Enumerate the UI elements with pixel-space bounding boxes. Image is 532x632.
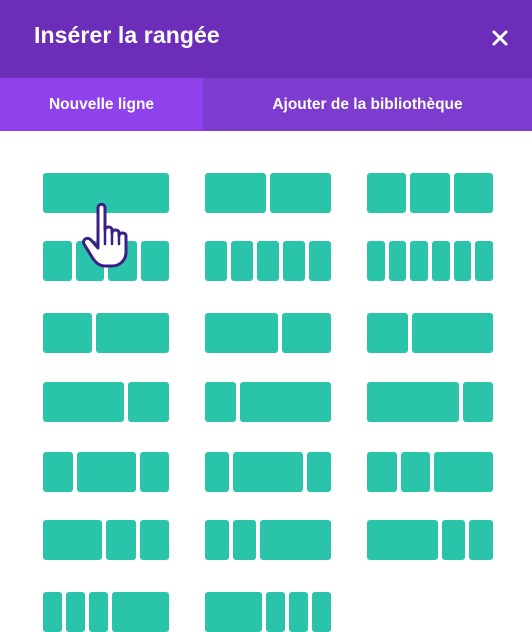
row-layout-1_6,1_6,1_6,1_2[interactable]: [43, 592, 169, 632]
layout-column: [205, 382, 236, 422]
layout-column: [475, 241, 494, 281]
layout-column: [205, 173, 266, 213]
row-layout-1[interactable]: [43, 173, 169, 213]
layout-column: [270, 173, 331, 213]
modal-title: Insérer la rangée: [34, 22, 220, 48]
layout-column: [205, 452, 229, 492]
row-layout-1_5x5[interactable]: [205, 241, 331, 281]
row-layout-2_3,1_3[interactable]: [43, 382, 169, 422]
layout-column: [453, 173, 493, 213]
layout-column: [260, 520, 331, 560]
layout-column: [43, 382, 125, 422]
row-layout-2_5,3_5[interactable]: [43, 313, 169, 353]
row-layout-1_2,1_6,1_6,1_6[interactable]: [205, 592, 331, 632]
layout-column: [43, 520, 102, 560]
layout-column: [367, 241, 385, 281]
layout-column: [239, 382, 331, 422]
layout-column: [309, 241, 331, 281]
row-layout-1_3,1_3,1_3[interactable]: [367, 173, 493, 213]
layout-column: [205, 520, 229, 560]
layout-column: [434, 452, 493, 492]
layout-column: [367, 382, 459, 422]
layout-column: [462, 382, 493, 422]
layout-column: [43, 313, 92, 353]
layout-column: [140, 241, 169, 281]
layout-column: [95, 313, 169, 353]
layout-column: [312, 592, 331, 632]
layout-column: [76, 452, 136, 492]
layout-column: [453, 241, 472, 281]
row-layout-3_5,2_5[interactable]: [205, 313, 331, 353]
layout-column: [388, 241, 407, 281]
row-layout-1_4,3_4[interactable]: [205, 382, 331, 422]
layout-column: [266, 592, 285, 632]
layout-column: [410, 173, 450, 213]
row-layout-1_4x4[interactable]: [43, 241, 169, 281]
layout-column: [307, 452, 331, 492]
layout-column: [410, 241, 429, 281]
layout-column: [128, 382, 169, 422]
layout-column: [66, 592, 85, 632]
layout-column: [106, 520, 136, 560]
layout-column: [283, 241, 305, 281]
row-layout-1_2,1_2[interactable]: [205, 173, 331, 213]
layout-column: [289, 592, 308, 632]
layout-column: [139, 520, 169, 560]
layout-column: [205, 313, 279, 353]
layout-column: [112, 592, 169, 632]
layout-column: [367, 313, 408, 353]
layout-column: [43, 173, 169, 213]
layout-column: [232, 452, 304, 492]
layout-column: [139, 452, 169, 492]
layout-column: [367, 173, 407, 213]
layout-column: [282, 313, 331, 353]
layout-column: [205, 241, 227, 281]
row-layout-1_5,3_5,1_5[interactable]: [205, 452, 331, 492]
layout-column: [400, 452, 430, 492]
layout-column: [441, 520, 466, 560]
layout-column: [205, 592, 262, 632]
layout-column: [108, 241, 137, 281]
tab-bar: Nouvelle ligne Ajouter de la bibliothèqu…: [0, 78, 532, 131]
tab-add-from-library[interactable]: Ajouter de la bibliothèque: [203, 78, 532, 131]
layout-column: [43, 592, 62, 632]
row-layout-3_4,1_4[interactable]: [367, 382, 493, 422]
layout-column: [43, 452, 73, 492]
close-icon[interactable]: [486, 24, 514, 52]
row-layout-1_6x6[interactable]: [367, 241, 494, 281]
layout-column: [231, 241, 253, 281]
layout-column: [367, 520, 438, 560]
row-layout-1_5,1_5,3_5[interactable]: [205, 520, 331, 560]
row-layout-grid: [0, 131, 532, 632]
layout-column: [89, 592, 108, 632]
layout-column: [411, 313, 493, 353]
layout-column: [257, 241, 279, 281]
layout-column: [432, 241, 450, 281]
row-layout-3_5,1_5,1_5[interactable]: [367, 520, 493, 560]
tab-new-row[interactable]: Nouvelle ligne: [0, 78, 203, 131]
modal-header: Insérer la rangée: [0, 0, 532, 78]
row-layout-1_4,1_2,1_4[interactable]: [43, 452, 169, 492]
row-layout-1_3,2_3[interactable]: [367, 313, 493, 353]
row-layout-1_4,1_4,1_2[interactable]: [367, 452, 493, 492]
layout-column: [75, 241, 104, 281]
layout-column: [43, 241, 72, 281]
layout-column: [232, 520, 257, 560]
row-layout-1_2,1_4,1_4[interactable]: [43, 520, 169, 560]
layout-column: [469, 520, 493, 560]
layout-column: [367, 452, 397, 492]
